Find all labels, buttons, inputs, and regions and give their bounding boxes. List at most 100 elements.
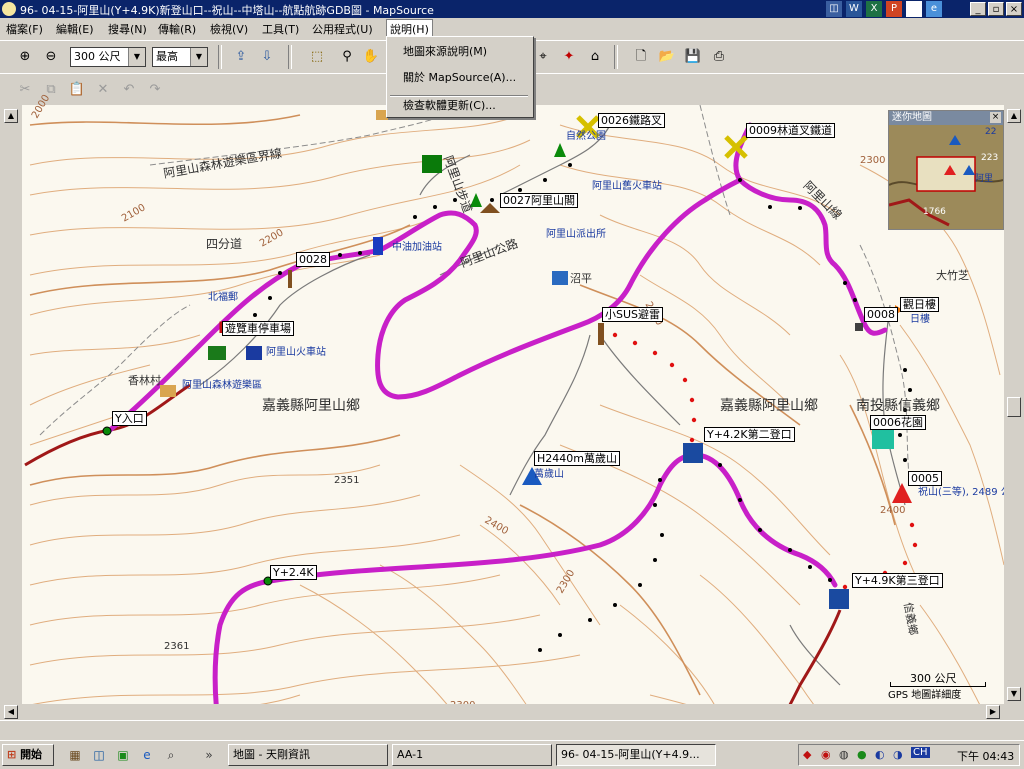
new-file-icon[interactable]: 🗋 — [630, 46, 652, 68]
scroll-right-icon[interactable]: ▶ — [986, 705, 1000, 719]
tray-icon[interactable]: ◆ — [803, 748, 811, 761]
select-tool-icon[interactable]: ⬚ — [306, 46, 328, 68]
save-file-icon[interactable]: 💾 — [682, 46, 704, 68]
task-map-window[interactable]: 地圖 - 天剛資訊 — [228, 744, 388, 766]
task-mapsource-window[interactable]: 96- 04-15-阿里山(Y+4.9... — [556, 744, 716, 766]
place-label: 大竹芝 — [936, 269, 969, 282]
waypoint-tool-icon[interactable]: ✦ — [558, 46, 580, 68]
menu-file[interactable]: 檔案(F) — [6, 21, 43, 37]
zoom-in-icon[interactable]: ⊕ — [14, 46, 36, 68]
zoom-tool-icon[interactable]: ⚲ — [336, 46, 358, 68]
paste-icon[interactable]: 📋 — [66, 79, 88, 101]
waypoint-label[interactable]: Y+2.4K — [270, 565, 317, 580]
map-left-scrollbar[interactable]: ▲ — [0, 105, 22, 738]
place-label: 北福郵 — [208, 292, 238, 303]
waypoint-label[interactable]: 小SUS避雷 — [602, 307, 664, 322]
scroll-up-icon[interactable]: ▲ — [4, 109, 18, 123]
tray-icon[interactable]: ◍ — [839, 748, 849, 761]
send-to-device-icon[interactable]: ⇪ — [230, 46, 252, 68]
contour-elevation-label: 2300 — [860, 155, 886, 166]
mini-map-title: 迷你地圖 — [889, 111, 1003, 125]
tray-icon[interactable]: ● — [857, 748, 867, 761]
mini-map-panel[interactable]: 迷你地圖 × 22 223 1766 阿里 — [888, 110, 1004, 230]
title-quick-icons: ◫ W X P ⌕ e — [826, 1, 942, 17]
hand-tool-icon[interactable]: ✋ — [360, 46, 382, 68]
waypoint-label[interactable]: 0026鐵路叉 — [598, 113, 665, 128]
find-icon[interactable]: ⌖ — [532, 46, 554, 68]
search-file-icon[interactable]: ⌕ — [906, 1, 922, 17]
minimize-button[interactable]: _ — [970, 2, 986, 16]
ime-indicator[interactable]: CH — [911, 747, 930, 758]
help-dropdown-menu: 地圖來源說明(M) 關於 MapSource(A)... 檢查軟體更新(C)..… — [386, 36, 534, 118]
map-vertical-scrollbar[interactable]: ▲ ▼ — [1004, 105, 1024, 738]
waypoint-label[interactable]: 0005 — [908, 471, 942, 486]
scroll-down-icon[interactable]: ▼ — [1007, 687, 1021, 701]
scale-select[interactable]: 300 公尺 ▼ — [70, 47, 146, 67]
menu-view[interactable]: 檢視(V) — [210, 21, 248, 37]
menu-edit[interactable]: 編輯(E) — [56, 21, 94, 37]
word-icon[interactable]: W — [846, 1, 862, 17]
waypoint-label[interactable]: 0009林道叉鐵道 — [746, 123, 835, 138]
route-tool-icon[interactable]: ⌂ — [584, 46, 606, 68]
waypoint-label[interactable]: Y入口 — [112, 411, 147, 426]
map-canvas[interactable]: P 200021002200230024002400240023002300阿 — [0, 93, 1024, 738]
redo-icon[interactable]: ↷ — [144, 79, 166, 101]
undo-icon[interactable]: ↶ — [118, 79, 140, 101]
place-label: 阿里山派出所 — [546, 229, 606, 240]
scroll-left-icon[interactable]: ◀ — [4, 705, 18, 719]
waypoint-label[interactable]: 0006花園 — [870, 415, 926, 430]
chevron-down-icon: ▼ — [128, 48, 145, 66]
train-station-icon — [246, 346, 262, 360]
menu-bar: 檔案(F) 編輯(E) 搜尋(N) 傳輸(R) 檢視(V) 工具(T) 公用程式… — [0, 18, 1024, 39]
zoom-out-icon[interactable]: ⊖ — [40, 46, 62, 68]
quicklaunch-app-icon[interactable]: ▣ — [114, 746, 132, 764]
tray-icon[interactable]: ◉ — [821, 748, 831, 761]
open-file-icon[interactable]: 📂 — [656, 46, 678, 68]
waypoint-label[interactable]: 觀日樓 — [900, 297, 939, 312]
quicklaunch-search-icon[interactable]: ⌕ — [162, 746, 180, 764]
excel-icon[interactable]: X — [866, 1, 882, 17]
waypoint-label[interactable]: 0008 — [864, 307, 898, 322]
menu-transfer[interactable]: 傳輸(R) — [158, 21, 196, 37]
waypoint-label[interactable]: Y+4.2K第二登口 — [704, 427, 795, 442]
menu-tools[interactable]: 工具(T) — [262, 21, 299, 37]
task-aa1-window[interactable]: AA-1 — [392, 744, 552, 766]
waypoint-square-icon — [855, 323, 863, 331]
place-label: 萬歲山 — [534, 469, 564, 480]
waypoint-label[interactable]: H2440m萬歲山 — [534, 451, 620, 466]
restore-button[interactable]: ▫ — [988, 2, 1004, 16]
powerpoint-icon[interactable]: P — [886, 1, 902, 17]
waypoint-label[interactable]: 0028 — [296, 252, 330, 267]
waypoint-label[interactable]: 0027阿里山閣 — [500, 193, 578, 208]
mapsource-app-icon[interactable] — [2, 2, 16, 16]
detail-select[interactable]: 最高 ▼ — [152, 47, 208, 67]
close-button[interactable]: × — [1006, 2, 1022, 16]
cut-icon[interactable]: ✂ — [14, 79, 36, 101]
map-horizontal-scrollbar[interactable]: ◀ ▶ — [0, 704, 1024, 720]
show-desktop-icon[interactable]: ▦ — [66, 746, 84, 764]
status-bar — [0, 720, 1024, 741]
menu-item-about[interactable]: 關於 MapSource(A)... — [403, 69, 516, 85]
scroll-thumb[interactable] — [1007, 397, 1021, 417]
scroll-up-icon[interactable]: ▲ — [1007, 109, 1021, 123]
outlook-icon[interactable]: ◫ — [826, 1, 842, 17]
waypoint-label[interactable]: 遊覽車停車場 — [222, 321, 294, 336]
close-icon[interactable]: × — [990, 112, 1001, 123]
quicklaunch-explorer-icon[interactable]: ◫ — [90, 746, 108, 764]
menu-item-map-source-info[interactable]: 地圖來源說明(M) — [403, 43, 487, 59]
quicklaunch-chevron-icon[interactable]: » — [200, 746, 218, 764]
ie-icon[interactable]: e — [926, 1, 942, 17]
place-label: 阿里山森林遊樂區 — [182, 380, 262, 391]
receive-from-device-icon[interactable]: ⇩ — [256, 46, 278, 68]
delete-icon[interactable]: ✕ — [92, 79, 114, 101]
start-button[interactable]: ⊞ 開始 — [2, 744, 54, 766]
waypoint-label[interactable]: Y+4.9K第三登口 — [852, 573, 943, 588]
menu-item-check-updates[interactable]: 檢查軟體更新(C)... — [403, 97, 496, 113]
tray-icon[interactable]: ◑ — [893, 748, 903, 761]
menu-search[interactable]: 搜尋(N) — [108, 21, 147, 37]
window-controls: _ ▫ × — [970, 2, 1022, 16]
menu-utilities[interactable]: 公用程式(U) — [312, 21, 373, 37]
ie-icon[interactable]: e — [138, 746, 156, 764]
tray-icon[interactable]: ◐ — [875, 748, 885, 761]
print-icon[interactable]: ⎙ — [708, 46, 730, 68]
